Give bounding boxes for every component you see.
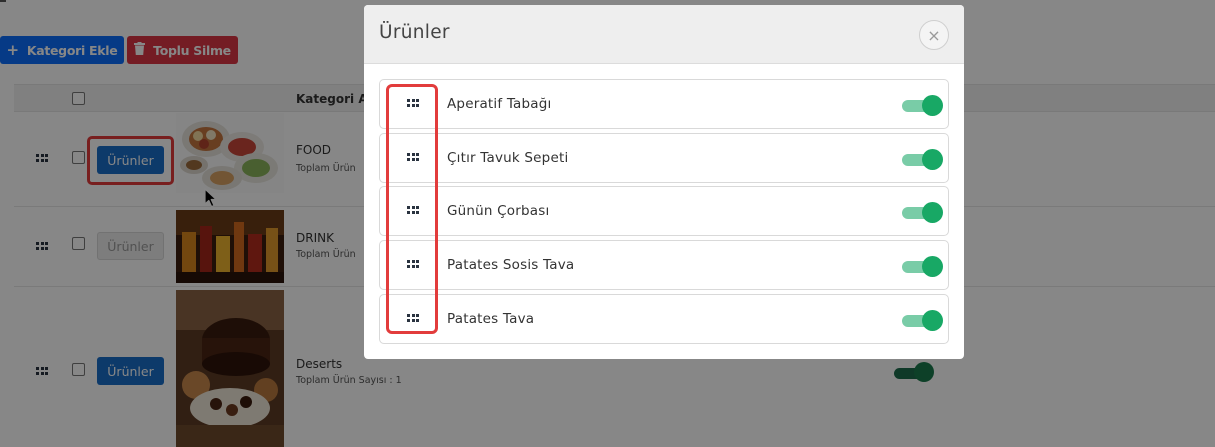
product-name: Aperatif Tabağı bbox=[447, 96, 552, 112]
toggle-knob bbox=[922, 149, 943, 170]
toggle-knob bbox=[922, 202, 943, 223]
product-item: Günün Çorbası bbox=[379, 186, 949, 236]
product-item: Patates Sosis Tava bbox=[379, 240, 949, 290]
product-name: Günün Çorbası bbox=[447, 203, 550, 219]
drag-handle-icon[interactable] bbox=[407, 260, 419, 268]
product-name: Çıtır Tavuk Sepeti bbox=[447, 150, 569, 166]
product-item: Çıtır Tavuk Sepeti bbox=[379, 133, 949, 183]
products-modal: Ürünler × Aperatif Tabağı Çıtır Tavuk Se… bbox=[364, 5, 964, 359]
product-status-toggle[interactable] bbox=[902, 201, 946, 223]
modal-header: Ürünler × bbox=[364, 5, 964, 64]
toggle-knob bbox=[922, 256, 943, 277]
toggle-knob bbox=[922, 95, 943, 116]
drag-handle-icon[interactable] bbox=[407, 99, 419, 107]
product-status-toggle[interactable] bbox=[902, 94, 946, 116]
product-item: Patates Tava bbox=[379, 294, 949, 344]
drag-handle-icon[interactable] bbox=[407, 206, 419, 214]
drag-handle-icon[interactable] bbox=[407, 314, 419, 322]
product-name: Patates Tava bbox=[447, 311, 535, 327]
product-status-toggle[interactable] bbox=[902, 255, 946, 277]
toggle-knob bbox=[922, 310, 943, 331]
product-name: Patates Sosis Tava bbox=[447, 257, 575, 273]
product-status-toggle[interactable] bbox=[902, 148, 946, 170]
drag-handle-icon[interactable] bbox=[407, 153, 419, 161]
close-button[interactable]: × bbox=[919, 20, 949, 50]
product-item: Aperatif Tabağı bbox=[379, 79, 949, 129]
modal-title: Ürünler bbox=[379, 22, 450, 43]
close-icon: × bbox=[927, 25, 941, 45]
product-status-toggle[interactable] bbox=[902, 309, 946, 331]
